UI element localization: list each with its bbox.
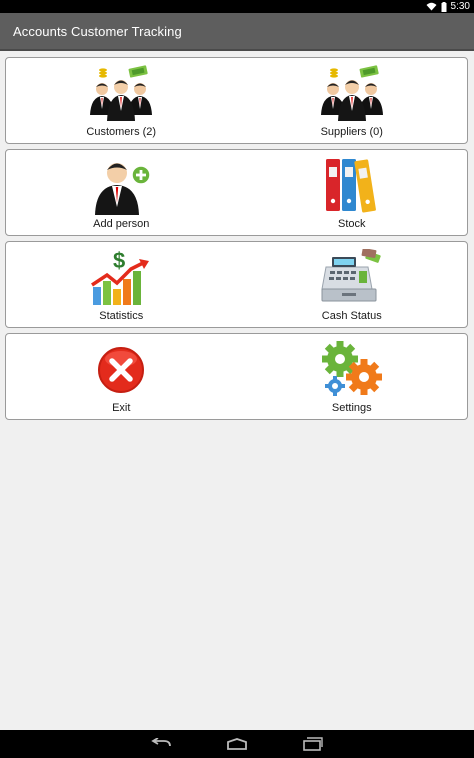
navigation-bar [0,730,474,758]
exit-button[interactable]: Exit [6,334,237,419]
wifi-icon [426,2,437,11]
menu-card-3: $ Statistics Cash Status [5,241,468,328]
status-time: 5:30 [450,1,470,12]
settings-button[interactable]: Settings [237,334,468,419]
stock-icon [320,156,384,216]
menu-card-4: Exit Settings [5,333,468,420]
menu-card-1: Customers (2) Suppliers (0) [5,57,468,144]
back-icon[interactable] [147,734,175,754]
statistics-button[interactable]: $ Statistics [6,242,237,327]
exit-label: Exit [112,402,131,414]
cash-register-icon [320,248,384,308]
statistics-label: Statistics [99,310,144,322]
add-person-button[interactable]: Add person [6,150,237,235]
cash-status-label: Cash Status [321,310,382,322]
settings-icon [320,340,384,400]
stock-label: Stock [337,218,366,230]
exit-icon [89,340,153,400]
menu-card-2: Add person Stock [5,149,468,236]
add-person-icon [89,156,153,216]
main-menu: Customers (2) Suppliers (0) Add person S… [5,57,468,425]
cash-status-button[interactable]: Cash Status [237,242,468,327]
app-title: Accounts Customer Tracking [13,23,182,39]
add-person-label: Add person [93,218,150,230]
svg-text:$: $ [113,249,125,273]
status-bar: 5:30 [0,0,474,13]
battery-icon [441,1,447,12]
customers-button[interactable]: Customers (2) [6,58,237,143]
recents-icon[interactable] [299,734,327,754]
suppliers-button[interactable]: Suppliers (0) [237,58,468,143]
customers-icon [89,64,153,124]
statistics-icon: $ [89,248,153,308]
home-icon[interactable] [223,734,251,754]
suppliers-label: Suppliers (0) [320,126,383,138]
settings-label: Settings [331,402,372,414]
action-bar: Accounts Customer Tracking [0,13,474,51]
stock-button[interactable]: Stock [237,150,468,235]
suppliers-icon [320,64,384,124]
customers-label: Customers (2) [86,126,157,138]
